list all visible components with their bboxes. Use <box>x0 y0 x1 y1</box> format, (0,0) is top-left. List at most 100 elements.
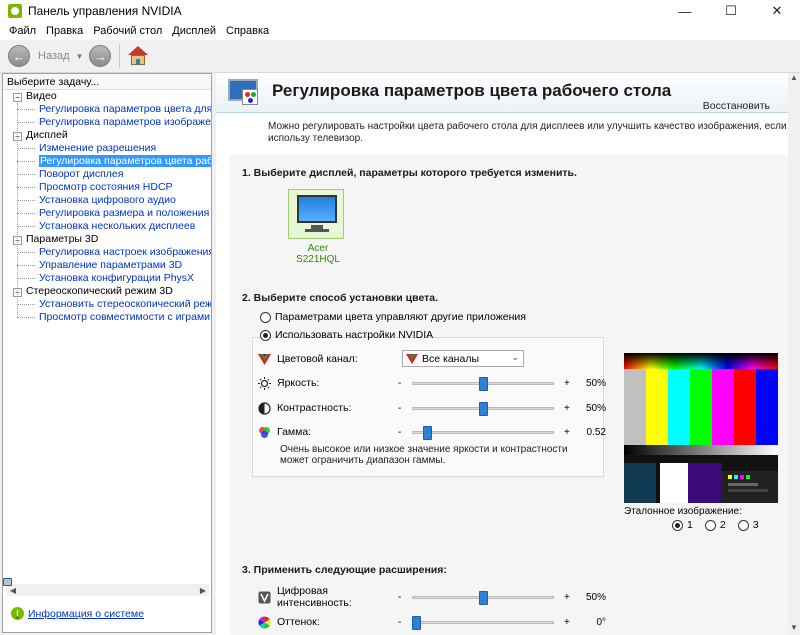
reference-image-options: 1 2 3 <box>672 519 771 531</box>
scroll-left-icon[interactable]: ◀ <box>7 586 19 595</box>
brightness-slider[interactable] <box>412 377 554 391</box>
reference-option-3-circle[interactable] <box>737 519 749 531</box>
tree-item[interactable]: Просмотр совместимости с играми <box>3 311 211 324</box>
back-dropdown-icon[interactable]: ▼ <box>76 52 84 61</box>
color-bars <box>624 369 778 445</box>
tree-item[interactable]: Регулировка настроек изображения с просм… <box>3 246 211 259</box>
contrast-slider-thumb[interactable] <box>479 402 488 416</box>
task-tree: −ВидеоРегулировка параметров цвета для в… <box>3 90 211 580</box>
contrast-icon <box>258 401 271 415</box>
hue-slider-thumb[interactable] <box>411 616 421 630</box>
gamma-label: Гамма: <box>277 426 312 438</box>
tree-item[interactable]: Установка нескольких дисплеев <box>3 220 211 233</box>
minimize-button[interactable]: — <box>662 0 708 22</box>
gamma-icon <box>258 426 271 439</box>
hue-plus[interactable]: + <box>564 617 570 628</box>
reference-option-2[interactable]: 2 <box>704 519 726 531</box>
pluge-purple-block <box>688 463 722 503</box>
radio-nvidia-settings-label: Использовать настройки NVIDIA <box>275 329 434 341</box>
color-bar <box>624 369 647 445</box>
gamma-slider-thumb[interactable] <box>423 426 432 440</box>
menu-display[interactable]: Дисплей <box>167 25 221 37</box>
color-channel-label: Цветовой канал: <box>277 353 358 365</box>
collapse-icon[interactable]: − <box>13 93 22 102</box>
page-description: Можно регулировать настройки цвета рабоч… <box>268 121 787 144</box>
reference-option-1-label: 1 <box>687 519 693 531</box>
brightness-value: 50% <box>585 377 606 389</box>
radio-nvidia-settings[interactable]: Использовать настройки NVIDIA <box>260 329 433 341</box>
reference-option-2-circle[interactable] <box>704 519 716 531</box>
menu-file[interactable]: Файл <box>4 25 41 37</box>
vibrance-minus[interactable]: - <box>398 592 408 603</box>
task-panel: Выберите задачу... − Видео Регулировка пар… <box>2 73 212 633</box>
radio-other-apps[interactable]: Параметрами цвета управляют другие прило… <box>260 311 526 323</box>
rainbow-fade <box>624 353 778 369</box>
digital-vibrance-value: 50% <box>585 591 606 603</box>
radio-other-apps-circle[interactable] <box>260 311 271 323</box>
back-label[interactable]: Назад <box>38 50 70 62</box>
toolbar: ← Назад ▼ → <box>0 40 800 73</box>
gamma-plus[interactable]: + <box>564 427 570 438</box>
color-channel-select[interactable]: Все каналы ⌄ <box>402 350 524 367</box>
hue-minus[interactable]: - <box>398 617 408 628</box>
tree-item-label: Просмотр совместимости с играми <box>39 311 211 323</box>
display-name[interactable]: Acer S221HQL <box>288 243 348 265</box>
desktop-color-icon <box>228 79 260 107</box>
close-button[interactable]: ✕ <box>754 0 800 22</box>
reference-test-pattern <box>624 353 778 503</box>
scroll-right-icon[interactable]: ▶ <box>197 586 209 595</box>
tree-item[interactable]: Просмотр состояния HDCP <box>3 181 211 194</box>
contrast-minus[interactable]: - <box>398 403 408 414</box>
gamma-slider[interactable] <box>412 426 554 440</box>
digital-vibrance-slider-thumb[interactable] <box>479 591 488 605</box>
digital-vibrance-slider[interactable] <box>412 591 554 605</box>
reference-option-2-label: 2 <box>719 519 726 531</box>
vibrance-plus[interactable]: + <box>564 592 570 603</box>
tree-item[interactable]: Установка цифрового аудио <box>3 194 211 207</box>
brightness-minus[interactable]: - <box>398 378 408 389</box>
tree-item[interactable]: Управление параметрами 3D <box>3 259 211 272</box>
forward-arrow-icon[interactable]: → <box>89 45 112 67</box>
hue-slider[interactable] <box>411 616 554 630</box>
tree-item[interactable]: Изменение разрешения <box>3 142 211 155</box>
tree-category[interactable]: − Видео <box>3 90 211 103</box>
tree-category[interactable]: − Параметры 3D <box>3 233 211 246</box>
contrast-plus[interactable]: + <box>564 403 570 414</box>
contrast-slider[interactable] <box>412 402 554 416</box>
tree-item[interactable]: Установка конфигурации PhysX <box>3 272 211 285</box>
chevron-down-icon[interactable]: ⌄ <box>511 352 519 363</box>
tree-item-selected[interactable]: Регулировка параметров цвета рабочего ст… <box>3 155 211 168</box>
scroll-down-icon[interactable]: ▼ <box>788 623 800 635</box>
radio-other-apps-label: Параметрами цвета управляют другие прило… <box>275 311 526 323</box>
brightness-slider-thumb[interactable] <box>479 377 488 391</box>
restore-defaults-link[interactable]: Восстановить <box>703 100 770 112</box>
tree-item[interactable]: Регулировка размера и положения рабочего… <box>3 207 211 220</box>
tree-category[interactable]: − Дисплей <box>3 129 211 142</box>
menu-help[interactable]: Справка <box>221 25 274 37</box>
color-bar <box>756 369 778 445</box>
back-arrow-icon[interactable]: ← <box>8 45 30 67</box>
system-info-link[interactable]: i Информация о системе <box>11 607 144 620</box>
task-tree-horizontal-scrollbar[interactable]: ◀ ▶ <box>3 578 209 596</box>
menu-desktop[interactable]: Рабочий стол <box>88 25 167 37</box>
scroll-up-icon[interactable]: ▲ <box>788 73 800 85</box>
brightness-plus[interactable]: + <box>564 378 570 389</box>
display-acer-tile[interactable] <box>288 189 344 239</box>
tree-item-label: Стереоскопический режим 3D <box>26 285 173 297</box>
scroll-thumb[interactable] <box>3 578 12 586</box>
reference-option-1-circle[interactable] <box>672 519 683 531</box>
page-vertical-scrollbar[interactable]: ▲ ▼ <box>788 73 800 635</box>
tree-item[interactable]: Поворот дисплея <box>3 168 211 181</box>
home-icon[interactable] <box>128 46 149 66</box>
maximize-button[interactable]: ☐ <box>708 0 754 22</box>
reference-option-1[interactable]: 1 <box>672 519 693 531</box>
tree-item[interactable]: Регулировка параметров цвета для видео <box>3 103 211 116</box>
menu-edit[interactable]: Правка <box>41 25 88 37</box>
reference-option-3[interactable]: 3 <box>737 519 759 531</box>
tree-item-label: Видео <box>26 90 57 102</box>
radio-nvidia-settings-circle[interactable] <box>260 329 271 341</box>
gamma-minus[interactable]: - <box>398 427 408 438</box>
tree-category[interactable]: − Стереоскопический режим 3D <box>3 285 211 298</box>
tree-item[interactable]: Регулировка параметров изображения для в… <box>3 116 211 129</box>
tree-item[interactable]: Установить стереоскопический режим 3D <box>3 298 211 311</box>
